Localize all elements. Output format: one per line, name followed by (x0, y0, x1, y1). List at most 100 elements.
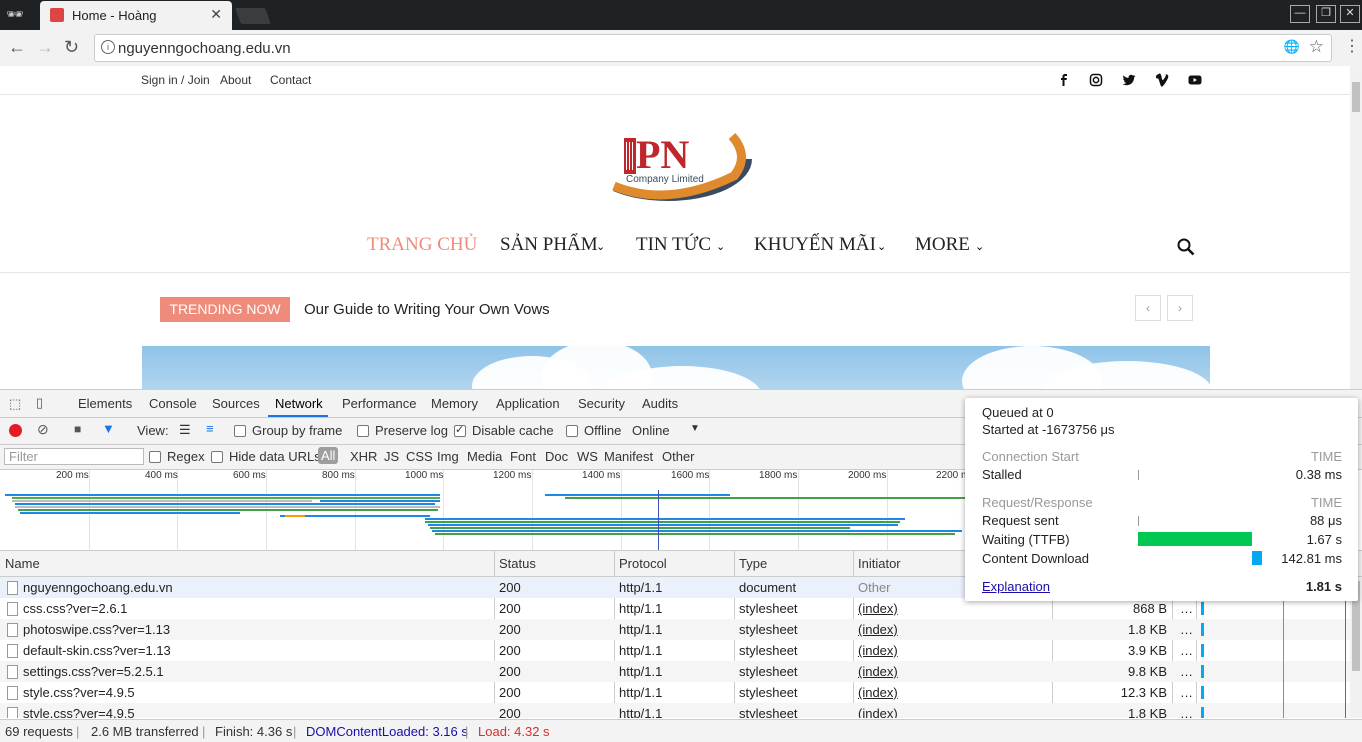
twitter-icon[interactable] (1122, 73, 1136, 87)
back-arrow-icon[interactable]: ← (8, 37, 26, 58)
row-more[interactable]: … (1180, 706, 1193, 718)
company-logo[interactable]: PN Company Limited (584, 116, 752, 202)
browser-tab[interactable]: Home - Hoàng ✕ (40, 1, 232, 30)
row-more[interactable]: … (1180, 685, 1193, 700)
page-scrollbar[interactable] (1350, 66, 1362, 389)
facebook-icon[interactable] (1057, 73, 1071, 87)
address-bar[interactable]: i nguyenngochoang.edu.vn 🌐 ☆ (94, 34, 1332, 62)
nav-tin-tuc[interactable]: TIN TỨC (636, 234, 711, 256)
request-initiator[interactable]: (index) (858, 622, 898, 637)
tab-elements[interactable]: Elements (78, 396, 132, 411)
request-initiator[interactable]: (index) (858, 643, 898, 658)
regex-checkbox[interactable] (149, 451, 161, 463)
menu-icon[interactable]: ⋮ (1344, 36, 1360, 56)
dropdown-arrow-icon[interactable]: ▼ (690, 423, 700, 434)
request-name[interactable]: nguyenngochoang.edu.vn (23, 580, 173, 595)
tab-console[interactable]: Console (149, 396, 197, 411)
tab-sources[interactable]: Sources (212, 396, 260, 411)
tab-performance[interactable]: Performance (342, 396, 416, 411)
row-more[interactable]: … (1180, 622, 1193, 637)
search-icon[interactable] (1177, 238, 1195, 256)
tab-audits[interactable]: Audits (642, 396, 678, 411)
filter-manifest[interactable]: Manifest (604, 449, 653, 464)
disable-cache-checkbox[interactable]: ✓ (454, 424, 466, 437)
column-status[interactable]: Status (499, 556, 536, 571)
filter-other[interactable]: Other (662, 449, 695, 464)
reload-icon[interactable]: ↻ (64, 37, 79, 58)
request-initiator[interactable]: (index) (858, 706, 898, 718)
vimeo-icon[interactable] (1155, 73, 1169, 87)
contact-link[interactable]: Contact (270, 73, 311, 87)
table-row[interactable]: default-skin.css?ver=1.13 200 http/1.1 s… (0, 640, 1350, 661)
close-window-button[interactable]: ✕ (1340, 5, 1360, 23)
filter-font[interactable]: Font (510, 449, 536, 464)
device-toolbar-icon[interactable]: ▯ (36, 395, 43, 411)
request-name[interactable]: default-skin.css?ver=1.13 (23, 643, 171, 658)
close-tab-icon[interactable]: ✕ (210, 6, 222, 23)
filter-img[interactable]: Img (437, 449, 459, 464)
request-initiator[interactable]: (index) (858, 664, 898, 679)
translate-icon[interactable]: 🌐 (1284, 39, 1300, 55)
youtube-icon[interactable] (1188, 73, 1202, 87)
request-name[interactable]: settings.css?ver=5.2.5.1 (23, 664, 164, 679)
filter-ws[interactable]: WS (577, 449, 598, 464)
table-row[interactable]: settings.css?ver=5.2.5.1 200 http/1.1 st… (0, 661, 1350, 682)
preserve-log-checkbox[interactable] (357, 425, 369, 437)
list-view-icon[interactable]: ☰ (179, 422, 191, 438)
restore-button[interactable]: ❐ (1316, 5, 1336, 23)
nav-khuyen-mai[interactable]: KHUYẾN MÃI (754, 234, 876, 256)
minimize-button[interactable]: — (1290, 5, 1310, 23)
filter-input[interactable]: Filter (4, 448, 144, 465)
group-by-frame-checkbox[interactable] (234, 425, 246, 437)
column-type[interactable]: Type (739, 556, 767, 571)
filter-xhr[interactable]: XHR (350, 449, 377, 464)
url-text[interactable]: nguyenngochoang.edu.vn (118, 40, 291, 57)
info-icon[interactable]: i (101, 40, 115, 54)
instagram-icon[interactable] (1089, 73, 1103, 87)
row-more[interactable]: … (1180, 643, 1193, 658)
filter-all[interactable]: All (318, 447, 339, 464)
table-row[interactable]: style.css?ver=4.9.5 200 http/1.1 stylesh… (0, 703, 1350, 718)
nav-trang-chu[interactable]: TRANG CHỦ (367, 234, 477, 256)
about-link[interactable]: About (220, 73, 251, 87)
trending-headline[interactable]: Our Guide to Writing Your Own Vows (304, 301, 550, 318)
offline-checkbox[interactable] (566, 425, 578, 437)
new-tab-button[interactable] (235, 8, 271, 24)
column-initiator[interactable]: Initiator (858, 556, 901, 571)
bookmark-star-icon[interactable]: ☆ (1309, 37, 1324, 57)
screenshot-camera-icon[interactable]: ■ (74, 422, 81, 436)
filter-media[interactable]: Media (467, 449, 502, 464)
request-initiator[interactable]: (index) (858, 685, 898, 700)
request-name[interactable]: style.css?ver=4.9.5 (23, 685, 135, 700)
filter-doc[interactable]: Doc (545, 449, 568, 464)
clear-icon[interactable]: ⊘ (37, 421, 49, 438)
explanation-link[interactable]: Explanation (982, 579, 1050, 594)
filter-icon[interactable]: ▼ (102, 421, 115, 436)
nav-more[interactable]: MORE (915, 234, 970, 256)
filter-css[interactable]: CSS (406, 449, 433, 464)
signin-link[interactable]: Sign in / Join (141, 73, 210, 87)
request-name[interactable]: css.css?ver=2.6.1 (23, 601, 127, 616)
record-icon[interactable] (9, 424, 22, 437)
waterfall-view-icon[interactable]: ≡ (206, 421, 214, 436)
prev-button[interactable]: ‹ (1135, 295, 1161, 321)
row-more[interactable]: … (1180, 664, 1193, 679)
tab-network[interactable]: Network (275, 396, 323, 411)
next-button[interactable]: › (1167, 295, 1193, 321)
request-name[interactable]: style.css?ver=4.9.5 (23, 706, 135, 718)
column-name[interactable]: Name (5, 556, 40, 571)
tab-memory[interactable]: Memory (431, 396, 478, 411)
table-row[interactable]: style.css?ver=4.9.5 200 http/1.1 stylesh… (0, 682, 1350, 703)
row-more[interactable]: … (1180, 601, 1193, 616)
table-row[interactable]: css.css?ver=2.6.1 200 http/1.1 styleshee… (0, 598, 1350, 619)
request-name[interactable]: photoswipe.css?ver=1.13 (23, 622, 170, 637)
tab-security[interactable]: Security (578, 396, 625, 411)
request-initiator[interactable]: (index) (858, 601, 898, 616)
tab-application[interactable]: Application (496, 396, 560, 411)
inspect-element-icon[interactable]: ⬚ (9, 396, 21, 412)
forward-arrow-icon[interactable]: → (36, 37, 54, 58)
table-row[interactable]: photoswipe.css?ver=1.13 200 http/1.1 sty… (0, 619, 1350, 640)
hide-data-urls-checkbox[interactable] (211, 451, 223, 463)
throttling-select[interactable]: Online (632, 423, 670, 438)
filter-js[interactable]: JS (384, 449, 399, 464)
